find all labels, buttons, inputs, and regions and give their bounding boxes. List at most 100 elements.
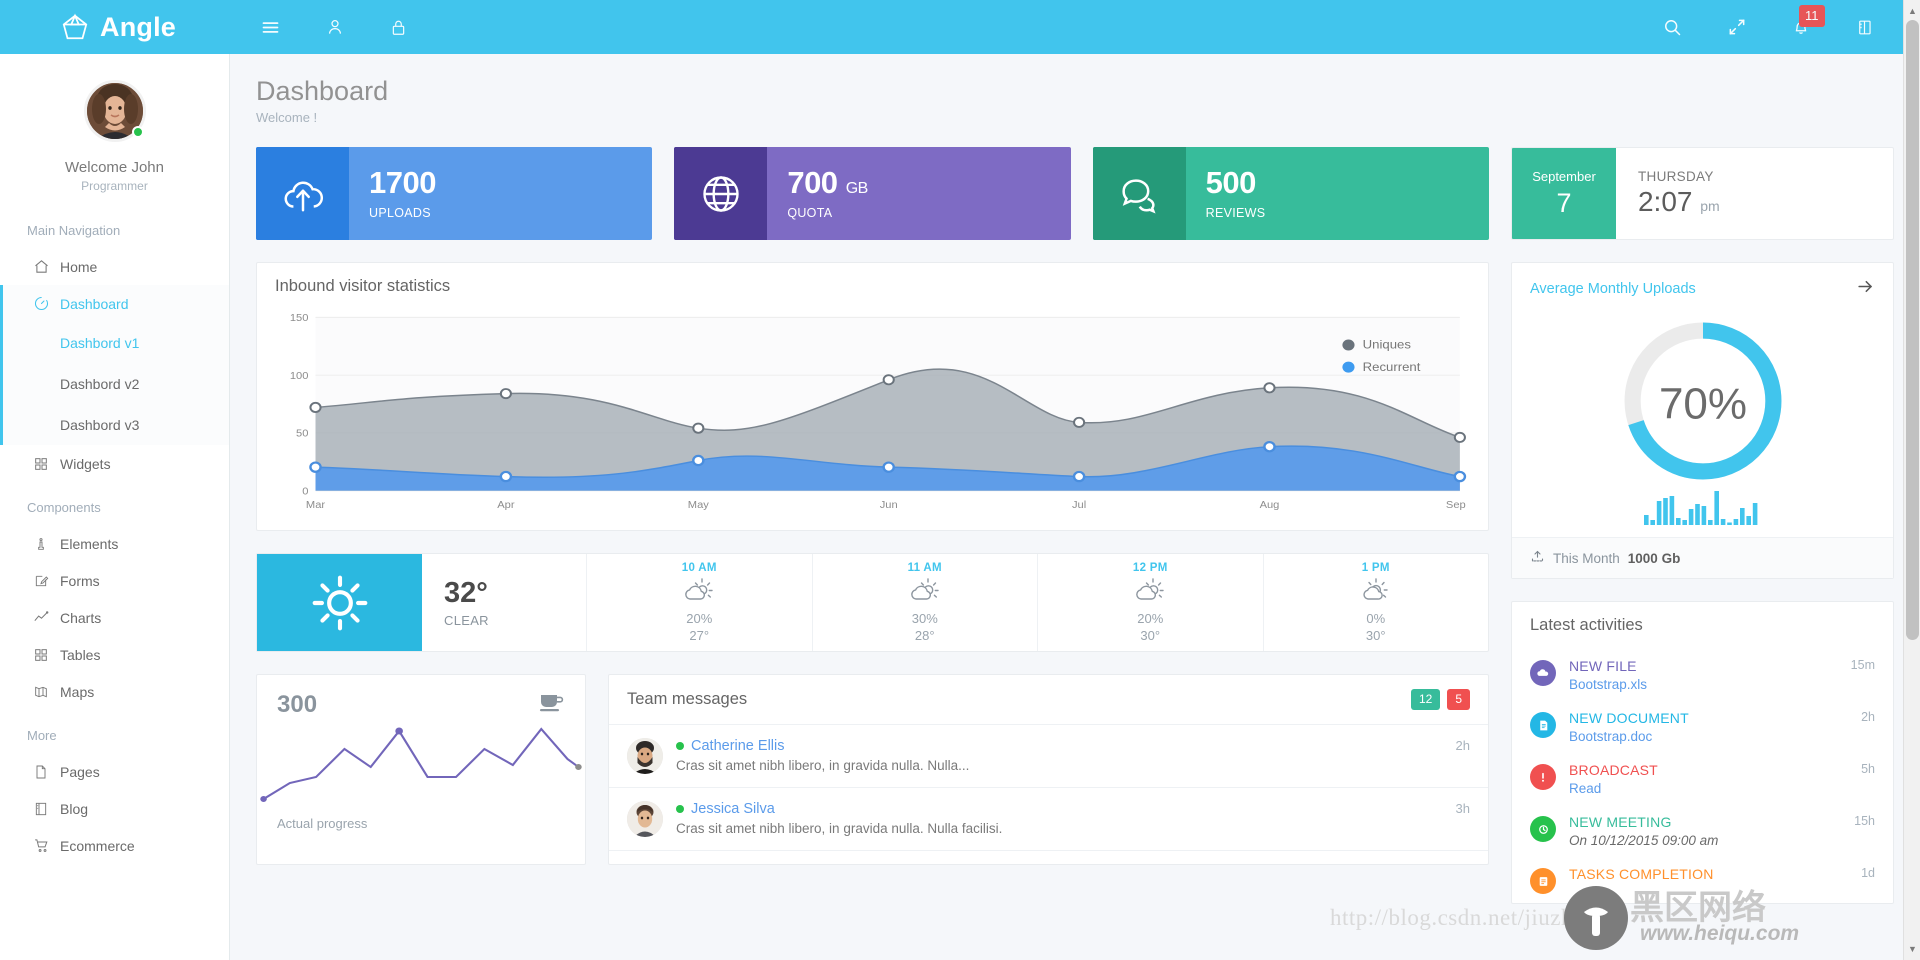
user-icon[interactable] bbox=[325, 17, 345, 37]
activity-item[interactable]: NEW MEETING On 10/12/2015 09:00 am 15h bbox=[1512, 805, 1893, 857]
scroll-up-arrow[interactable]: ▲ bbox=[1904, 2, 1920, 20]
avatar[interactable] bbox=[83, 80, 146, 142]
avatar bbox=[627, 801, 663, 837]
bell-icon[interactable]: 11 bbox=[1791, 5, 1825, 37]
stat-value: 500 bbox=[1205, 165, 1257, 201]
pencil-square-icon bbox=[33, 573, 60, 589]
cart-icon bbox=[33, 837, 60, 854]
stat-value: 1700 bbox=[369, 165, 436, 201]
svg-text:Sep: Sep bbox=[1446, 500, 1466, 511]
online-status-dot bbox=[131, 126, 144, 138]
stat-label: REVIEWS bbox=[1205, 205, 1266, 220]
panel-title[interactable]: Average Monthly Uploads bbox=[1530, 281, 1696, 297]
messages-badge-total[interactable]: 12 bbox=[1410, 689, 1441, 710]
scroll-down-arrow[interactable]: ▼ bbox=[1904, 940, 1920, 958]
weather-hour-precip: 20% bbox=[686, 611, 713, 626]
sidebar-item-home[interactable]: Home bbox=[0, 248, 229, 285]
weather-hour-temp: 30° bbox=[1140, 628, 1161, 643]
coffee-cup-icon bbox=[539, 691, 565, 718]
stat-cards-row: 1700 UPLOADS 700 GB QUOTA 500 REVIEWS Se… bbox=[256, 147, 1894, 240]
activity-subtitle[interactable]: Read bbox=[1569, 781, 1848, 796]
weather-panel: 32° CLEAR 10 AM 20% 27° 11 AM 30% 28° 12… bbox=[256, 553, 1489, 652]
sidebar-item-pages[interactable]: Pages bbox=[0, 753, 229, 790]
date-month-day: September 7 bbox=[1511, 148, 1616, 239]
sidebar-item-tables[interactable]: Tables bbox=[0, 636, 229, 673]
activity-item[interactable]: NEW FILE Bootstrap.xls 15m bbox=[1512, 649, 1893, 701]
weather-hour-label: 10 AM bbox=[681, 562, 717, 574]
activity-subtitle[interactable]: Bootstrap.xls bbox=[1569, 677, 1838, 692]
main-content: Dashboard Welcome ! 1700 UPLOADS 700 GB … bbox=[230, 54, 1920, 960]
weather-hour-label: 11 AM bbox=[907, 562, 942, 574]
legend-label-uniques: Uniques bbox=[1363, 338, 1411, 351]
sidebar-item-charts[interactable]: Charts bbox=[0, 599, 229, 636]
brand-logo[interactable]: Angle bbox=[0, 12, 250, 43]
stat-card-uploads[interactable]: 1700 UPLOADS bbox=[256, 147, 653, 240]
activity-item[interactable]: NEW DOCUMENT Bootstrap.doc 2h bbox=[1512, 701, 1893, 753]
sidebar-subitem-label: Dashbord v3 bbox=[60, 416, 140, 433]
weather-hour-temp: 27° bbox=[689, 628, 710, 643]
stat-card-reviews[interactable]: 500 REVIEWS bbox=[1092, 147, 1489, 240]
sidebar-item-maps[interactable]: Maps bbox=[0, 673, 229, 710]
date-time-card: September 7 THURSDAY 2:07 pm bbox=[1510, 147, 1894, 240]
sidebar-item-ecommerce[interactable]: Ecommerce bbox=[0, 827, 229, 864]
arrow-right-icon[interactable] bbox=[1856, 277, 1875, 301]
weather-hour-precip: 30% bbox=[911, 611, 938, 626]
sun-icon bbox=[257, 554, 422, 651]
svg-text:Aug: Aug bbox=[1260, 500, 1280, 511]
sidebar-item-label: Forms bbox=[60, 572, 100, 589]
message-time: 2h bbox=[1455, 738, 1470, 753]
latest-activities-panel: Latest activities NEW FILE Bootstrap.xls bbox=[1511, 601, 1894, 904]
sidebar-item-label: Maps bbox=[60, 683, 95, 700]
panel-title: Inbound visitor statistics bbox=[275, 277, 451, 295]
page-header: Dashboard Welcome ! bbox=[256, 76, 1894, 125]
stat-label: QUOTA bbox=[787, 205, 833, 220]
messages-badge-unread[interactable]: 5 bbox=[1447, 689, 1470, 710]
sidebar-subitem-dashbord-v1[interactable]: Dashbord v1 bbox=[0, 322, 229, 363]
profile-name: Welcome John bbox=[65, 159, 164, 176]
sidebar-item-dashboard[interactable]: Dashboard bbox=[0, 285, 229, 322]
weather-hour-12pm: 12 PM 20% 30° bbox=[1038, 554, 1264, 651]
hamburger-menu-icon[interactable] bbox=[260, 17, 281, 38]
scroll-thumb[interactable] bbox=[1906, 20, 1919, 640]
search-icon[interactable] bbox=[1662, 17, 1683, 38]
online-status-dot bbox=[676, 742, 684, 750]
message-sender[interactable]: Jessica Silva bbox=[691, 801, 775, 817]
message-item-partial[interactable] bbox=[609, 850, 1488, 864]
sidebar-item-forms[interactable]: Forms bbox=[0, 562, 229, 599]
sidebar-item-label: Widgets bbox=[60, 455, 111, 472]
upload-icon bbox=[1530, 549, 1545, 567]
weather-hour-1pm: 1 PM 0% 30° bbox=[1264, 554, 1489, 651]
stat-card-quota[interactable]: 700 GB QUOTA bbox=[674, 147, 1071, 240]
fullscreen-icon[interactable] bbox=[1727, 17, 1747, 37]
message-item[interactable]: Catherine Ellis Cras sit amet nibh liber… bbox=[609, 724, 1488, 787]
nav-heading-main: Main Navigation bbox=[27, 223, 121, 238]
sidebar-toggle-icon[interactable] bbox=[1855, 18, 1874, 37]
sun-cloud-icon bbox=[908, 576, 942, 609]
sidebar-item-label: Home bbox=[60, 258, 98, 275]
avatar bbox=[627, 738, 663, 774]
activity-subtitle[interactable]: Bootstrap.doc bbox=[1569, 729, 1848, 744]
message-item[interactable]: Jessica Silva Cras sit amet nibh libero,… bbox=[609, 787, 1488, 850]
uploads-footer: This Month 1000 Gb bbox=[1512, 537, 1893, 578]
activity-title: NEW DOCUMENT bbox=[1569, 710, 1689, 726]
sidebar-item-blog[interactable]: Blog bbox=[0, 790, 229, 827]
area-chart-svg: 150 100 50 0 Mar Apr May Jun Jul Aug Sep… bbox=[290, 312, 1467, 511]
activity-item[interactable]: BROADCAST Read 5h bbox=[1512, 753, 1893, 805]
nav-heading-more: More bbox=[27, 728, 57, 743]
sidebar-item-elements[interactable]: Elements bbox=[0, 525, 229, 562]
sidebar-subitem-dashbord-v2[interactable]: Dashbord v2 bbox=[0, 363, 229, 404]
online-status-dot bbox=[676, 805, 684, 813]
sidebar-item-label: Dashboard bbox=[60, 295, 129, 312]
uploads-donut-chart: 70% bbox=[1624, 322, 1781, 480]
sidebar-item-label: Blog bbox=[60, 800, 89, 817]
svg-text:Mar: Mar bbox=[306, 500, 326, 511]
activity-item[interactable]: TASKS COMPLETION 1d bbox=[1512, 857, 1893, 903]
uploads-footer-value: 1000 Gb bbox=[1627, 550, 1681, 566]
dashboard-submenu: Dashbord v1 Dashbord v2 Dashbord v3 bbox=[0, 322, 229, 445]
sidebar-subitem-dashbord-v3[interactable]: Dashbord v3 bbox=[0, 404, 229, 445]
page-scrollbar[interactable]: ▲ ▼ bbox=[1903, 0, 1920, 960]
sidebar-item-widgets[interactable]: Widgets bbox=[0, 445, 229, 482]
lock-icon[interactable] bbox=[389, 18, 408, 37]
date-month: September bbox=[1532, 168, 1596, 184]
message-sender[interactable]: Catherine Ellis bbox=[691, 738, 785, 754]
